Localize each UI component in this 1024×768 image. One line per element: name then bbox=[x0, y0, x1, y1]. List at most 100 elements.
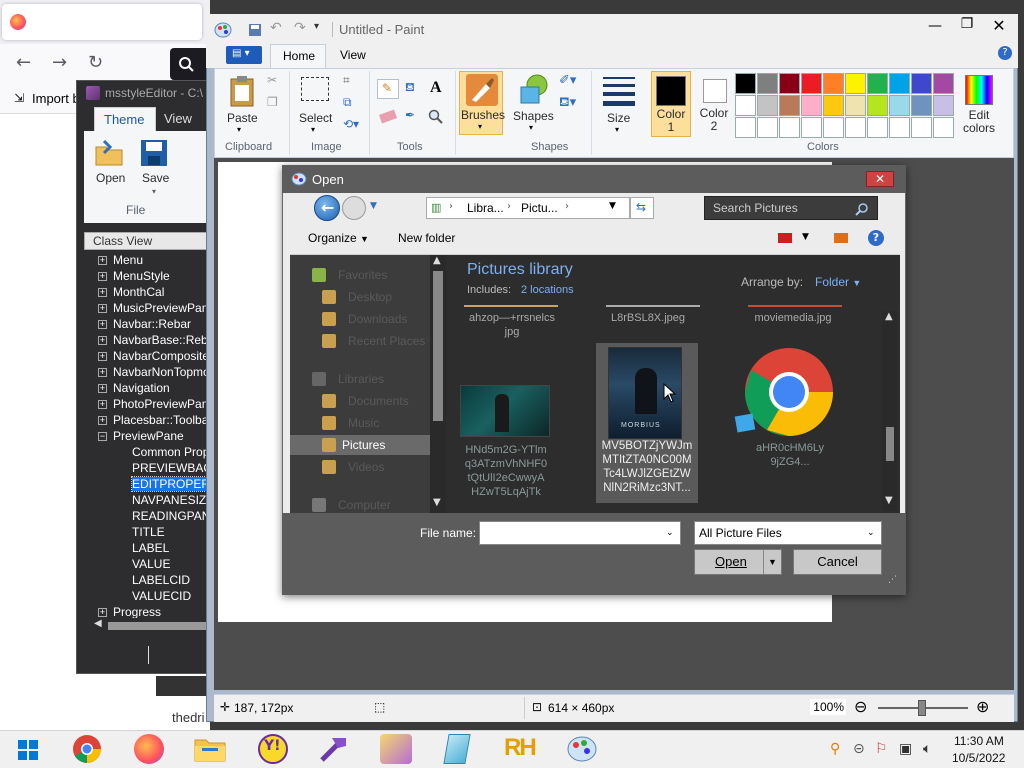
scroll-thumb[interactable] bbox=[433, 271, 443, 421]
taskbar-firefox[interactable] bbox=[124, 730, 172, 768]
filename-input[interactable]: ⌄ bbox=[479, 521, 681, 545]
scroll-thumb[interactable] bbox=[108, 622, 208, 630]
palette-swatch[interactable] bbox=[911, 73, 932, 94]
zoom-slider-thumb[interactable] bbox=[918, 700, 926, 716]
tree-item[interactable]: EDITPROPER bbox=[130, 476, 210, 492]
expand-icon[interactable]: + bbox=[98, 368, 107, 378]
view-dropdown-icon[interactable]: ▼ bbox=[802, 232, 809, 242]
open-button[interactable]: Open ▼ bbox=[694, 549, 782, 575]
clock-time[interactable]: 11:30 AM bbox=[954, 734, 1004, 748]
taskbar-app-hammer[interactable] bbox=[310, 730, 358, 768]
tree-item[interactable]: VALUECID bbox=[132, 588, 191, 604]
quick-save-icon[interactable] bbox=[248, 23, 262, 37]
scroll-thumb[interactable] bbox=[886, 427, 894, 461]
scroll-down-icon[interactable]: ▼ bbox=[885, 495, 893, 506]
palette-swatch[interactable] bbox=[801, 95, 822, 116]
taskbar-file-explorer[interactable] bbox=[186, 730, 234, 768]
file-name[interactable]: L8rBSL8X.jpeg bbox=[596, 311, 700, 325]
scroll-up-icon[interactable]: ▲ bbox=[885, 311, 893, 322]
nav-item[interactable]: Desktop bbox=[290, 287, 430, 307]
maximize-button[interactable]: ❐ bbox=[952, 16, 982, 38]
tray-app-icon[interactable]: ⊝ bbox=[853, 741, 865, 757]
color-picker-tool[interactable]: ✒ bbox=[401, 107, 423, 127]
forward-icon[interactable]: → bbox=[52, 52, 67, 73]
scroll-left-icon[interactable]: ◀ bbox=[94, 618, 102, 629]
brushes-button[interactable]: Brushes ▾ bbox=[459, 71, 505, 135]
palette-swatch[interactable] bbox=[845, 117, 866, 138]
quick-access-dropdown-icon[interactable]: ▾ bbox=[314, 21, 319, 32]
nav-item[interactable]: Videos bbox=[290, 457, 430, 477]
search-button[interactable] bbox=[170, 48, 210, 80]
tree-item[interactable]: Common Prope bbox=[132, 444, 210, 460]
import-bookmarks-link[interactable]: Import b bbox=[32, 91, 80, 106]
close-button[interactable]: ✕ bbox=[984, 16, 1014, 38]
redo-icon[interactable]: ↷ bbox=[294, 20, 306, 36]
palette-swatch[interactable] bbox=[867, 117, 888, 138]
tree-item[interactable]: + Navigation bbox=[98, 380, 170, 396]
back-icon[interactable]: ← bbox=[16, 52, 31, 73]
expand-icon[interactable]: + bbox=[98, 416, 107, 426]
taskbar-yahoo-messenger[interactable]: Y! bbox=[248, 730, 296, 768]
minimize-button[interactable]: — bbox=[920, 18, 950, 40]
resize-icon[interactable]: ⧉ bbox=[343, 95, 352, 110]
file-item-selected[interactable]: MORBIUS MV5BOTZjYWJm MTItZTA0NC00M Tc4LW… bbox=[596, 343, 698, 503]
search-tray-icon[interactable]: ⚲ bbox=[830, 741, 840, 757]
palette-swatch[interactable] bbox=[867, 73, 888, 94]
resize-grip-icon[interactable]: ⋰ bbox=[888, 575, 897, 585]
palette-swatch[interactable] bbox=[735, 117, 756, 138]
volume-icon[interactable]: 🔈︎ bbox=[923, 741, 931, 757]
palette-swatch[interactable] bbox=[823, 117, 844, 138]
expand-icon[interactable]: + bbox=[98, 352, 107, 362]
preview-pane-icon[interactable] bbox=[834, 233, 848, 243]
palette-swatch[interactable] bbox=[845, 95, 866, 116]
expand-icon[interactable]: + bbox=[98, 304, 107, 314]
breadcrumb-libraries[interactable]: Libra... bbox=[467, 201, 504, 215]
palette-swatch[interactable] bbox=[911, 117, 932, 138]
palette-swatch[interactable] bbox=[757, 117, 778, 138]
change-view-icon[interactable] bbox=[778, 233, 792, 243]
expand-icon[interactable]: + bbox=[98, 384, 107, 394]
eraser-tool[interactable] bbox=[377, 107, 399, 127]
expand-icon[interactable]: + bbox=[98, 400, 107, 410]
pencil-tool[interactable]: ✎ bbox=[377, 79, 399, 99]
tray-flag-icon[interactable]: ⚐ bbox=[875, 741, 888, 757]
cancel-button[interactable]: Cancel bbox=[793, 549, 882, 575]
nav-item[interactable]: Computer bbox=[290, 495, 430, 513]
tab-theme[interactable]: Theme bbox=[94, 107, 156, 131]
taskbar-chrome[interactable] bbox=[62, 730, 110, 768]
expand-icon[interactable]: + bbox=[98, 608, 107, 618]
reload-icon[interactable]: ↻ bbox=[88, 52, 103, 73]
search-field[interactable]: Search Pictures bbox=[704, 196, 878, 220]
fill-tool[interactable]: ⛾ bbox=[401, 79, 423, 99]
palette-swatch[interactable] bbox=[823, 73, 844, 94]
nav-item[interactable]: Documents bbox=[290, 391, 430, 411]
outline-icon[interactable]: ✐▾ bbox=[559, 73, 576, 88]
rotate-icon[interactable]: ⟲▾ bbox=[343, 117, 359, 131]
filetype-select[interactable]: All Picture Files ⌄ bbox=[694, 521, 882, 545]
collapse-icon[interactable]: − bbox=[98, 432, 107, 442]
palette-swatch[interactable] bbox=[845, 73, 866, 94]
shapes-button[interactable]: Shapes ▾ bbox=[511, 73, 555, 137]
nav-item[interactable]: Recent Places bbox=[290, 331, 430, 351]
tree-item[interactable]: NAVPANESIZE bbox=[132, 492, 210, 508]
palette-swatch[interactable] bbox=[867, 95, 888, 116]
tree-item[interactable]: + Menu bbox=[98, 252, 143, 268]
arrange-dropdown[interactable]: Folder ▼ bbox=[815, 275, 861, 289]
zoom-in-icon[interactable]: ⊕ bbox=[976, 697, 989, 716]
scroll-down-icon[interactable]: ▼ bbox=[433, 497, 441, 508]
palette-swatch[interactable] bbox=[911, 95, 932, 116]
file-name[interactable]: ahzop—+rrsnelcs jpg bbox=[460, 311, 564, 339]
file-name[interactable]: moviemedia.jpg bbox=[738, 311, 848, 325]
fill-icon[interactable]: ⛾▾ bbox=[559, 95, 576, 112]
browser-tab[interactable] bbox=[2, 4, 202, 40]
includes-link[interactable]: 2 locations bbox=[521, 284, 574, 296]
tree-item[interactable]: VALUE bbox=[132, 556, 170, 572]
taskbar-app-painter[interactable] bbox=[372, 730, 420, 768]
expand-icon[interactable]: + bbox=[98, 256, 107, 266]
palette-swatch[interactable] bbox=[779, 95, 800, 116]
palette-swatch[interactable] bbox=[735, 73, 756, 94]
file-menu-button[interactable]: ▤ ▾ bbox=[226, 46, 262, 64]
tree-item[interactable]: + MusicPreviewPane bbox=[98, 300, 210, 316]
tree-item[interactable]: − PreviewPane bbox=[98, 428, 184, 444]
palette-swatch[interactable] bbox=[933, 117, 954, 138]
